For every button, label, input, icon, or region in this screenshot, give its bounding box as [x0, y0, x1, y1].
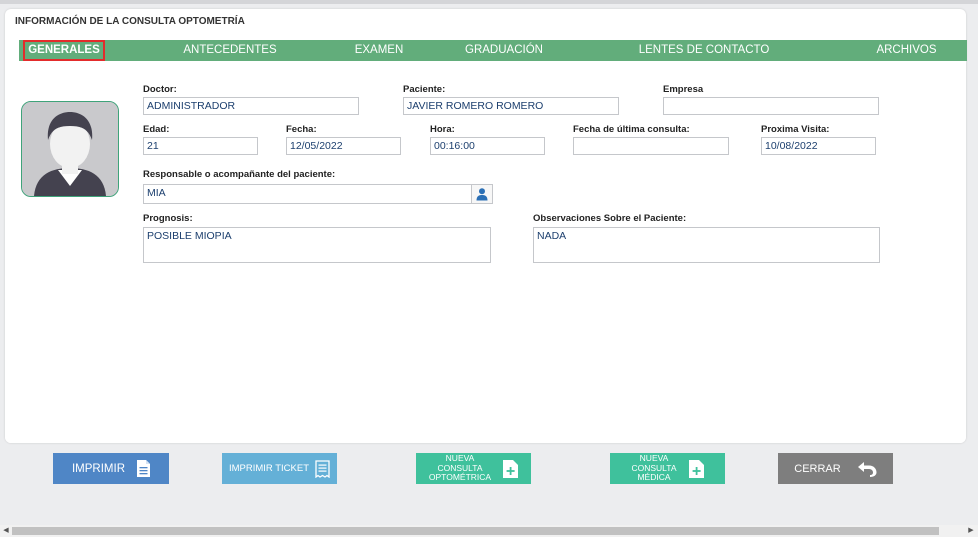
receipt-icon — [315, 459, 330, 478]
hora-field[interactable]: 00:16:00 — [430, 137, 545, 155]
prognosis-label: Prognosis: — [143, 213, 193, 224]
nueva-consulta-optometrica-button[interactable]: NUEVA CONSULTA OPTOMÉTRICA — [416, 453, 531, 484]
cerrar-button[interactable]: CERRAR — [778, 453, 893, 484]
card-title: INFORMACIÓN DE LA CONSULTA OPTOMETRÍA — [15, 16, 245, 27]
nueva-consulta-medica-label: NUEVA CONSULTA MÉDICA — [631, 453, 677, 483]
user-avatar-icon — [21, 101, 119, 197]
imprimir-button-label: IMPRIMIR — [71, 462, 126, 475]
file-add-icon — [688, 459, 704, 478]
doctor-field[interactable]: ADMINISTRADOR — [143, 97, 359, 115]
tab-lentes-de-contacto[interactable]: LENTES DE CONTACTO — [629, 40, 779, 61]
tab-archivos[interactable]: ARCHIVOS — [869, 40, 944, 61]
horizontal-scrollbar[interactable]: ◀ ▶ — [0, 525, 978, 537]
edad-field[interactable]: 21 — [143, 137, 258, 155]
nueva-consulta-medica-button[interactable]: NUEVA CONSULTA MÉDICA — [610, 453, 725, 484]
scrollbar-thumb[interactable] — [12, 527, 939, 535]
observaciones-label: Observaciones Sobre el Paciente: — [533, 213, 687, 224]
responsable-label: Responsable o acompañante del paciente: — [143, 169, 336, 180]
top-divider — [0, 0, 978, 4]
return-arrow-icon — [857, 461, 877, 477]
hora-label: Hora: — [430, 124, 455, 135]
person-icon — [476, 188, 488, 201]
ultima-consulta-field[interactable] — [573, 137, 729, 155]
nueva-consulta-optometrica-label: NUEVA CONSULTA OPTOMÉTRICA — [428, 453, 492, 483]
generales-panel: Doctor: ADMINISTRADOR Paciente: JAVIER R… — [5, 61, 966, 443]
imprimir-button[interactable]: IMPRIMIR — [53, 453, 169, 484]
empresa-field[interactable] — [663, 97, 879, 115]
prognosis-textarea[interactable]: POSIBLE MIOPIA — [143, 227, 491, 263]
document-icon — [137, 460, 151, 477]
proxima-visita-field[interactable]: 10/08/2022 — [761, 137, 876, 155]
tab-generales[interactable]: GENERALES — [23, 40, 105, 61]
tab-examen[interactable]: EXAMEN — [339, 40, 419, 61]
file-add-icon — [503, 459, 519, 478]
scroll-left-icon[interactable]: ◀ — [1, 526, 11, 536]
proxima-visita-label: Proxima Visita: — [761, 124, 830, 135]
paciente-label: Paciente: — [403, 84, 446, 95]
paciente-field[interactable]: JAVIER ROMERO ROMERO — [403, 97, 619, 115]
consultation-card: INFORMACIÓN DE LA CONSULTA OPTOMETRÍA GE… — [5, 9, 967, 443]
scroll-right-icon[interactable]: ▶ — [966, 526, 976, 536]
fecha-label: Fecha: — [286, 124, 317, 135]
tab-antecedentes[interactable]: ANTECEDENTES — [169, 40, 291, 61]
select-responsable-button[interactable] — [471, 184, 493, 204]
edad-label: Edad: — [143, 124, 170, 135]
imprimir-ticket-button-label: IMPRIMIR TICKET — [228, 463, 310, 474]
doctor-label: Doctor: — [143, 84, 177, 95]
ultima-consulta-label: Fecha de última consulta: — [573, 124, 690, 135]
imprimir-ticket-button[interactable]: IMPRIMIR TICKET — [222, 453, 337, 484]
tab-graduacion[interactable]: GRADUACIÓN — [459, 40, 549, 61]
cerrar-button-label: CERRAR — [794, 462, 841, 475]
fecha-field[interactable]: 12/05/2022 — [286, 137, 401, 155]
observaciones-textarea[interactable]: NADA — [533, 227, 880, 263]
responsable-field[interactable]: MIA — [143, 184, 472, 204]
tab-bar: GENERALES ANTECEDENTES EXAMEN GRADUACIÓN… — [19, 40, 967, 61]
empresa-label: Empresa — [663, 84, 704, 95]
